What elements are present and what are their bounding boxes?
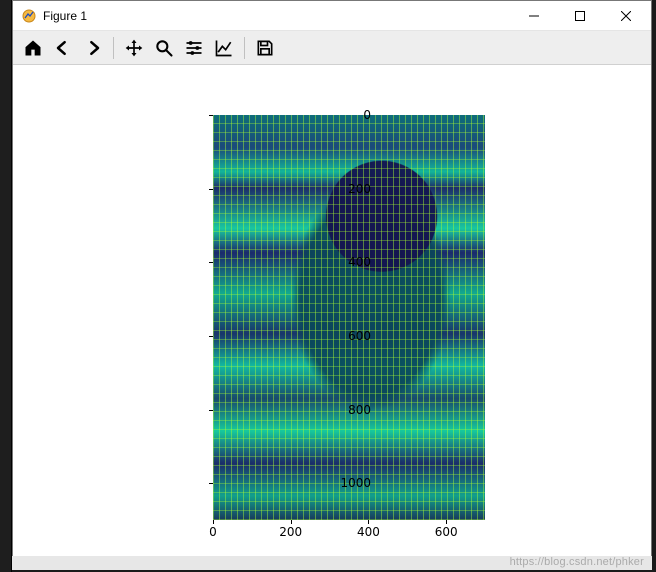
window-title: Figure 1 xyxy=(43,9,511,23)
toolbar xyxy=(13,31,651,65)
figure-canvas[interactable]: 0 200 400 600 800 1000 0 200 400 600 xyxy=(13,65,651,559)
save-button[interactable] xyxy=(251,34,279,62)
toolbar-separator xyxy=(244,37,245,59)
y-tick-label: 0 xyxy=(311,108,371,122)
app-icon xyxy=(21,8,37,24)
x-tick-label: 0 xyxy=(193,525,233,539)
forward-button[interactable] xyxy=(79,34,107,62)
y-tick-label: 600 xyxy=(311,329,371,343)
axes-image xyxy=(213,115,485,520)
y-tick-label: 200 xyxy=(311,182,371,196)
imshow-image xyxy=(213,115,485,520)
figure-window: Figure 1 xyxy=(12,0,652,560)
titlebar: Figure 1 xyxy=(13,1,651,31)
window-controls xyxy=(511,1,649,31)
minimize-button[interactable] xyxy=(511,1,557,31)
zoom-button[interactable] xyxy=(150,34,178,62)
x-tick-label: 600 xyxy=(426,525,466,539)
pan-button[interactable] xyxy=(120,34,148,62)
watermark-text: https://blog.csdn.net/phker xyxy=(510,556,644,568)
maximize-button[interactable] xyxy=(557,1,603,31)
toolbar-separator xyxy=(113,37,114,59)
close-button[interactable] xyxy=(603,1,649,31)
x-tick-label: 200 xyxy=(271,525,311,539)
configure-subplots-button[interactable] xyxy=(180,34,208,62)
edit-axes-button[interactable] xyxy=(210,34,238,62)
y-tick-label: 1000 xyxy=(311,476,371,490)
home-button[interactable] xyxy=(19,34,47,62)
y-tick-label: 400 xyxy=(311,255,371,269)
y-tick-label: 800 xyxy=(311,403,371,417)
x-tick-label: 400 xyxy=(348,525,388,539)
back-button[interactable] xyxy=(49,34,77,62)
